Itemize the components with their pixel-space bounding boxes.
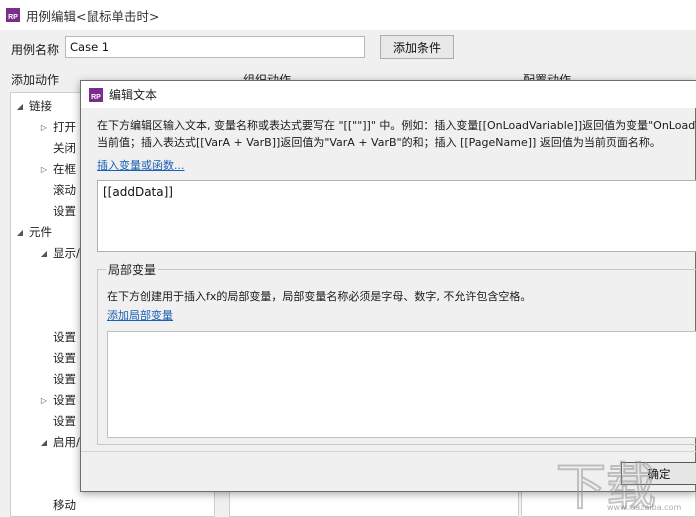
tree-item-label: 设置 [53,414,76,428]
rp-logo-icon: RP [6,8,20,22]
tree-item-label: 移动 [53,498,76,512]
tree-item[interactable]: 设置 [39,328,76,346]
tree-item-label: 在框 [53,162,76,176]
dialog-description: 在下方编辑区输入文本, 变量名称或表达式要写在 "[[""]]" 中。例如：插入… [97,117,696,151]
tree-item[interactable]: 关闭 [39,139,76,157]
tree-item[interactable]: ◢ 元件 [15,223,52,241]
tree-item-label: 打开 [53,120,76,134]
expand-toggle-icon[interactable]: ▷ [39,165,49,174]
tree-item-label: 设置 [53,204,76,218]
rp-logo-icon: RP [89,87,103,102]
tree-item[interactable]: ▷ 打开 [39,118,76,136]
dialog-titlebar[interactable]: RP 编辑文本 [81,81,696,108]
tree-item-label: 设置 [53,330,76,344]
tree-item-label: 关闭 [53,141,76,155]
tree-item[interactable]: 移动 [39,496,76,514]
tree-item-label: 设置 [53,372,76,386]
case-name-input[interactable] [65,36,365,58]
tree-item[interactable]: ◢ 链接 [15,97,52,115]
dialog-description-line: 当前值；插入表达式[[VarA + VarB]]返回值为"VarA + VarB… [97,136,661,149]
edit-text-dialog: RP 编辑文本 在下方编辑区输入文本, 变量名称或表达式要写在 "[[""]]"… [80,80,696,492]
tree-item[interactable]: ▷ 在框 [39,160,76,178]
dialog-description-line: 在下方编辑区输入文本, 变量名称或表达式要写在 "[[""]]" 中。例如：插入… [97,119,696,132]
window-title: 用例编辑<鼠标单击时> [26,8,160,24]
tree-item[interactable]: ◢ 显示/ [39,244,80,262]
expand-toggle-icon[interactable]: ◢ [15,102,25,111]
tree-item-label: 启用/ [53,435,80,449]
expand-toggle-icon[interactable]: ▷ [39,396,49,405]
text-editor[interactable]: [[addData]] [97,180,696,252]
tree-item[interactable]: 滚动 [39,181,76,199]
local-variables-list[interactable] [107,331,696,438]
tree-item-label: 设置 [53,393,76,407]
add-condition-button[interactable]: 添加条件 [380,35,454,59]
tree-item-label: 元件 [29,225,52,239]
tree-item[interactable]: 设置 [39,202,76,220]
insert-variable-link[interactable]: 插入变量或函数... [97,157,185,173]
tree-item-label: 滚动 [53,183,76,197]
expand-toggle-icon[interactable]: ▷ [39,123,49,132]
expand-toggle-icon[interactable]: ◢ [39,438,49,447]
expand-toggle-icon[interactable]: ◢ [15,228,25,237]
expand-toggle-icon[interactable]: ◢ [39,249,49,258]
window-titlebar: RP 用例编辑<鼠标单击时> [0,0,696,30]
dialog-title: 编辑文本 [109,88,158,102]
local-variables-legend: 局部变量 [106,261,159,278]
local-variables-description: 在下方创建用于插入fx的局部变量，局部变量名称必须是字母、数字, 不允许包含空格… [107,290,532,303]
tree-item[interactable]: ◢ 启用/ [39,433,80,451]
add-action-header: 添加动作 [11,73,60,87]
tree-item-label: 链接 [29,99,52,113]
tree-item-label: 设置 [53,351,76,365]
ok-button[interactable]: 确定 [621,462,696,485]
watermark-site: www.xiazaiba.com [607,503,682,512]
tree-item[interactable]: ▷ 设置 [39,391,76,409]
case-name-label: 用例名称 [11,43,60,57]
tree-item[interactable]: 设置 [39,349,76,367]
tree-item[interactable]: 设置 [39,370,76,388]
dialog-footer-divider [81,451,696,452]
case-name-row: 用例名称 添加条件 [0,34,696,62]
add-local-variable-link[interactable]: 添加局部变量 [107,307,173,323]
tree-item-label: 显示/ [53,246,80,260]
local-variables-group: 局部变量 在下方创建用于插入fx的局部变量，局部变量名称必须是字母、数字, 不允… [97,261,696,445]
tree-item[interactable]: 设置 [39,412,76,430]
